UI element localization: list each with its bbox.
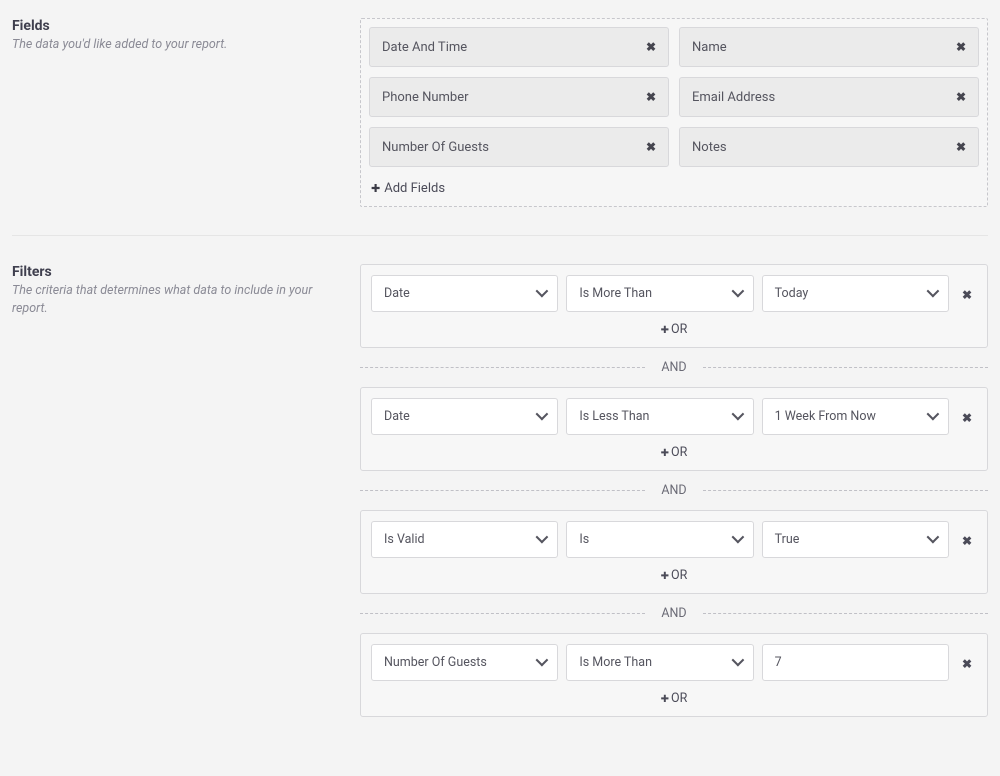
filter-operator-value: Is More Than <box>579 286 652 301</box>
field-chip[interactable]: Notes <box>679 127 979 167</box>
and-label: AND <box>645 606 702 621</box>
add-or-button[interactable]: OR <box>371 558 977 587</box>
plus-icon <box>661 691 671 706</box>
and-label: AND <box>645 360 702 375</box>
filter-operator-value: Is More Than <box>579 655 652 670</box>
plus-icon <box>661 445 671 460</box>
field-chip[interactable]: Email Address <box>679 77 979 117</box>
filter-field-select[interactable]: Date <box>371 275 558 312</box>
chevron-down-icon <box>927 532 936 547</box>
chevron-down-icon <box>927 286 936 301</box>
add-fields-button[interactable]: Add Fields <box>369 177 447 198</box>
filter-field-select[interactable]: Number Of Guests <box>371 644 558 681</box>
filter-value-input[interactable]: 7 <box>762 644 949 681</box>
field-chip[interactable]: Number Of Guests <box>369 127 669 167</box>
filter-field-value: Date <box>384 286 410 301</box>
filter-value-select[interactable]: True <box>762 521 949 558</box>
chevron-down-icon <box>732 409 741 424</box>
filters-body: Date Is More Than Today OR AND <box>360 264 988 717</box>
plus-icon <box>371 181 380 196</box>
chevron-down-icon <box>732 655 741 670</box>
fields-title: Fields <box>12 18 340 34</box>
remove-filter-button[interactable] <box>957 530 977 549</box>
chevron-down-icon <box>536 655 545 670</box>
field-chip[interactable]: Date And Time <box>369 27 669 67</box>
fields-grid: Date And Time Name Phone Number Email Ad… <box>369 27 979 167</box>
and-divider: AND <box>360 483 988 498</box>
field-chip[interactable]: Name <box>679 27 979 67</box>
fields-box: Date And Time Name Phone Number Email Ad… <box>360 18 988 207</box>
filter-group: Is Valid Is True OR <box>360 510 988 594</box>
close-icon[interactable] <box>646 139 656 155</box>
close-icon[interactable] <box>956 139 966 155</box>
filter-group: Date Is More Than Today OR <box>360 264 988 348</box>
chevron-down-icon <box>732 532 741 547</box>
field-chip-label: Notes <box>692 140 727 155</box>
filters-header: Filters The criteria that determines wha… <box>12 264 340 717</box>
remove-filter-button[interactable] <box>957 653 977 672</box>
filter-value-value: Today <box>775 286 809 301</box>
field-chip-label: Phone Number <box>382 90 469 105</box>
close-icon[interactable] <box>956 89 966 105</box>
chevron-down-icon <box>536 409 545 424</box>
filter-row: Number Of Guests Is More Than 7 <box>371 644 977 681</box>
add-or-button[interactable]: OR <box>371 681 977 710</box>
close-icon[interactable] <box>956 39 966 55</box>
plus-icon <box>661 322 671 337</box>
add-fields-label: Add Fields <box>384 181 445 196</box>
plus-icon <box>661 568 671 583</box>
filter-field-select[interactable]: Date <box>371 398 558 435</box>
filters-section: Filters The criteria that determines wha… <box>12 235 988 741</box>
chevron-down-icon <box>927 409 936 424</box>
or-label: OR <box>671 691 687 706</box>
filter-field-value: Is Valid <box>384 532 425 547</box>
fields-subtitle: The data you'd like added to your report… <box>12 36 340 54</box>
filter-value-select[interactable]: Today <box>762 275 949 312</box>
filter-operator-value: Is Less Than <box>579 409 649 424</box>
filter-group: Date Is Less Than 1 Week From Now OR <box>360 387 988 471</box>
chevron-down-icon <box>536 286 545 301</box>
filter-value-value: 1 Week From Now <box>775 409 876 424</box>
filter-operator-select[interactable]: Is Less Than <box>566 398 753 435</box>
filter-field-value: Date <box>384 409 410 424</box>
and-divider: AND <box>360 360 988 375</box>
filter-operator-value: Is <box>579 532 589 547</box>
filters-subtitle: The criteria that determines what data t… <box>12 282 340 317</box>
filter-group: Number Of Guests Is More Than 7 OR <box>360 633 988 717</box>
fields-body: Date And Time Name Phone Number Email Ad… <box>360 18 988 207</box>
filter-row: Date Is More Than Today <box>371 275 977 312</box>
filter-value-value: 7 <box>775 655 782 670</box>
filter-row: Is Valid Is True <box>371 521 977 558</box>
or-label: OR <box>671 445 687 460</box>
field-chip-label: Date And Time <box>382 40 467 55</box>
filters-title: Filters <box>12 264 340 280</box>
add-or-button[interactable]: OR <box>371 312 977 341</box>
close-icon[interactable] <box>646 89 656 105</box>
filter-operator-select[interactable]: Is <box>566 521 753 558</box>
close-icon[interactable] <box>646 39 656 55</box>
filter-value-value: True <box>775 532 800 547</box>
field-chip[interactable]: Phone Number <box>369 77 669 117</box>
or-label: OR <box>671 568 687 583</box>
field-chip-label: Number Of Guests <box>382 140 489 155</box>
field-chip-label: Name <box>692 40 727 55</box>
remove-filter-button[interactable] <box>957 407 977 426</box>
chevron-down-icon <box>732 286 741 301</box>
filter-value-select[interactable]: 1 Week From Now <box>762 398 949 435</box>
filter-row: Date Is Less Than 1 Week From Now <box>371 398 977 435</box>
and-divider: AND <box>360 606 988 621</box>
or-label: OR <box>671 322 687 337</box>
chevron-down-icon <box>536 532 545 547</box>
remove-filter-button[interactable] <box>957 284 977 303</box>
add-or-button[interactable]: OR <box>371 435 977 464</box>
fields-section: Fields The data you'd like added to your… <box>12 18 988 231</box>
field-chip-label: Email Address <box>692 90 775 105</box>
filter-operator-select[interactable]: Is More Than <box>566 275 753 312</box>
and-label: AND <box>645 483 702 498</box>
filter-operator-select[interactable]: Is More Than <box>566 644 753 681</box>
fields-header: Fields The data you'd like added to your… <box>12 18 340 207</box>
filter-field-value: Number Of Guests <box>384 655 487 670</box>
filter-field-select[interactable]: Is Valid <box>371 521 558 558</box>
